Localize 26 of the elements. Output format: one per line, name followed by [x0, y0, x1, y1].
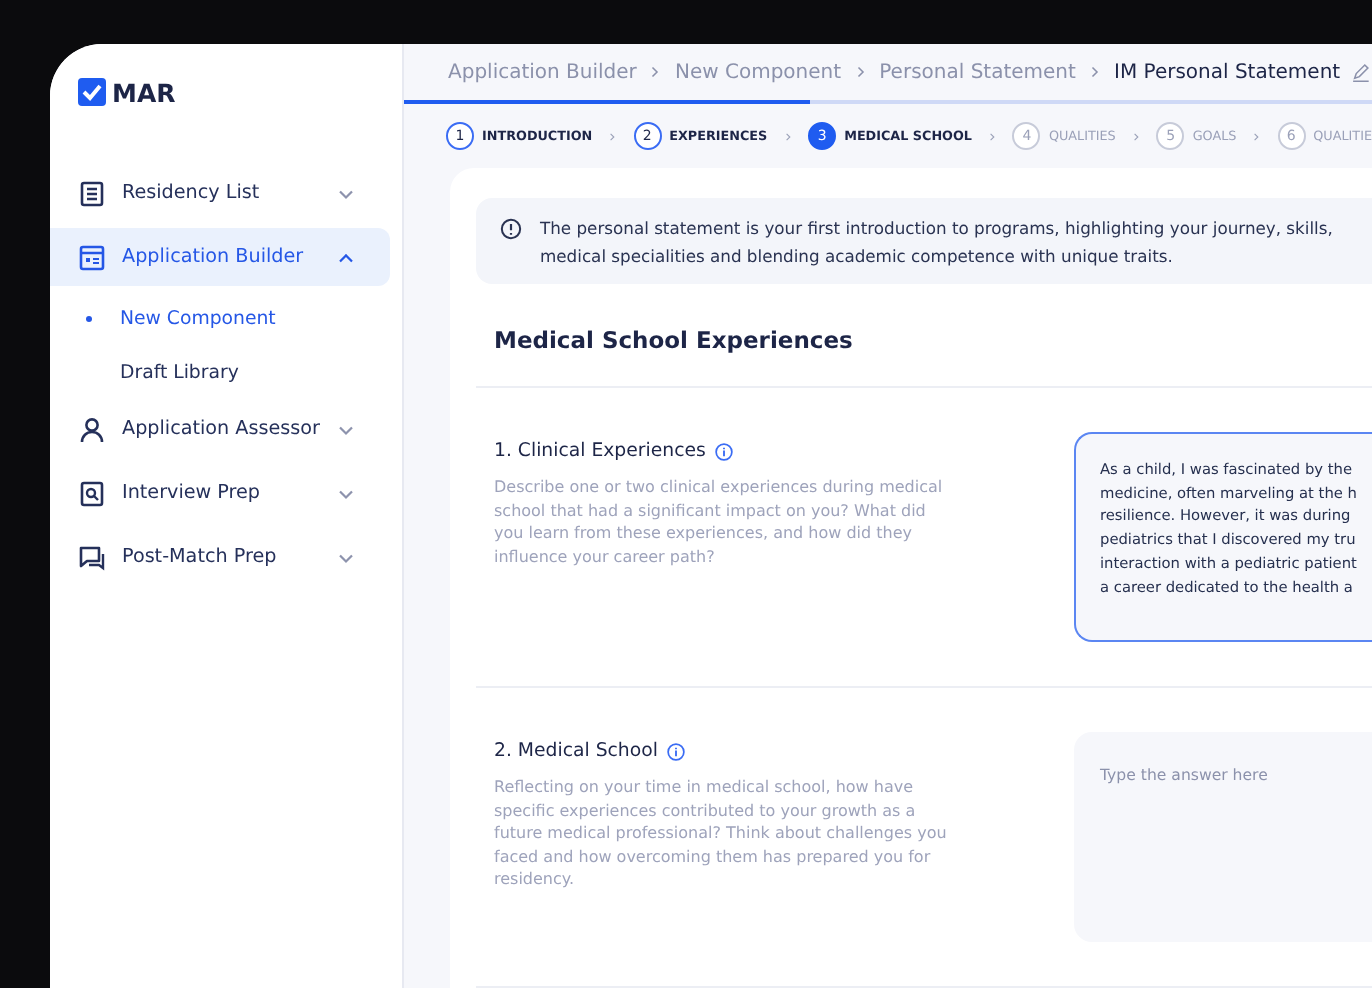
info-icon [713, 441, 734, 461]
sidebar-item[interactable]: Interview Prep [50, 464, 390, 522]
question-title: 2. Medical School [494, 740, 658, 762]
sidebar-item[interactable]: Residency List [50, 164, 390, 222]
page-title: IM Personal Statement [1114, 61, 1341, 84]
pencil-icon [1350, 60, 1372, 85]
question-description: Reflecting on your time in medical school, how have specific experiences contributed to your growth as a future medical professional? Think about challenges you faced and how overcoming them has prepared you for residency. [494, 776, 949, 892]
info-text: The personal statement is your first introduction to programs, highlighting your journey, skills, [540, 216, 1333, 242]
section-title: Medical School Experiences [476, 284, 1372, 388]
info-icon [665, 741, 686, 761]
logo-text: MAR [112, 77, 176, 107]
sidebar-item[interactable]: Application Assessor [50, 400, 390, 458]
sidebar-subitem[interactable]: New Component [50, 296, 390, 340]
sidebar-item[interactable]: Post-Match Prep [50, 528, 390, 586]
question-description: Describe one or two clinical experiences during medical school that had a significant impact on you? What did you learn from these experiences, and how did they influence your career path? [494, 476, 945, 569]
person-icon [78, 415, 106, 443]
document-list-icon [78, 179, 106, 207]
info-icon [500, 218, 522, 240]
question-title: 1. Clinical Experiences [494, 440, 706, 462]
sidebar-item[interactable]: Application Builder [50, 228, 390, 286]
chat-icon [78, 543, 106, 571]
layout-icon [78, 243, 106, 271]
sidebar-subitem[interactable]: Draft Library [50, 350, 390, 394]
checkbox-logo-icon [78, 78, 106, 106]
document-search-icon [78, 479, 106, 507]
info-text: medical specialities and blending academic competence with unique traits. [540, 244, 1175, 270]
